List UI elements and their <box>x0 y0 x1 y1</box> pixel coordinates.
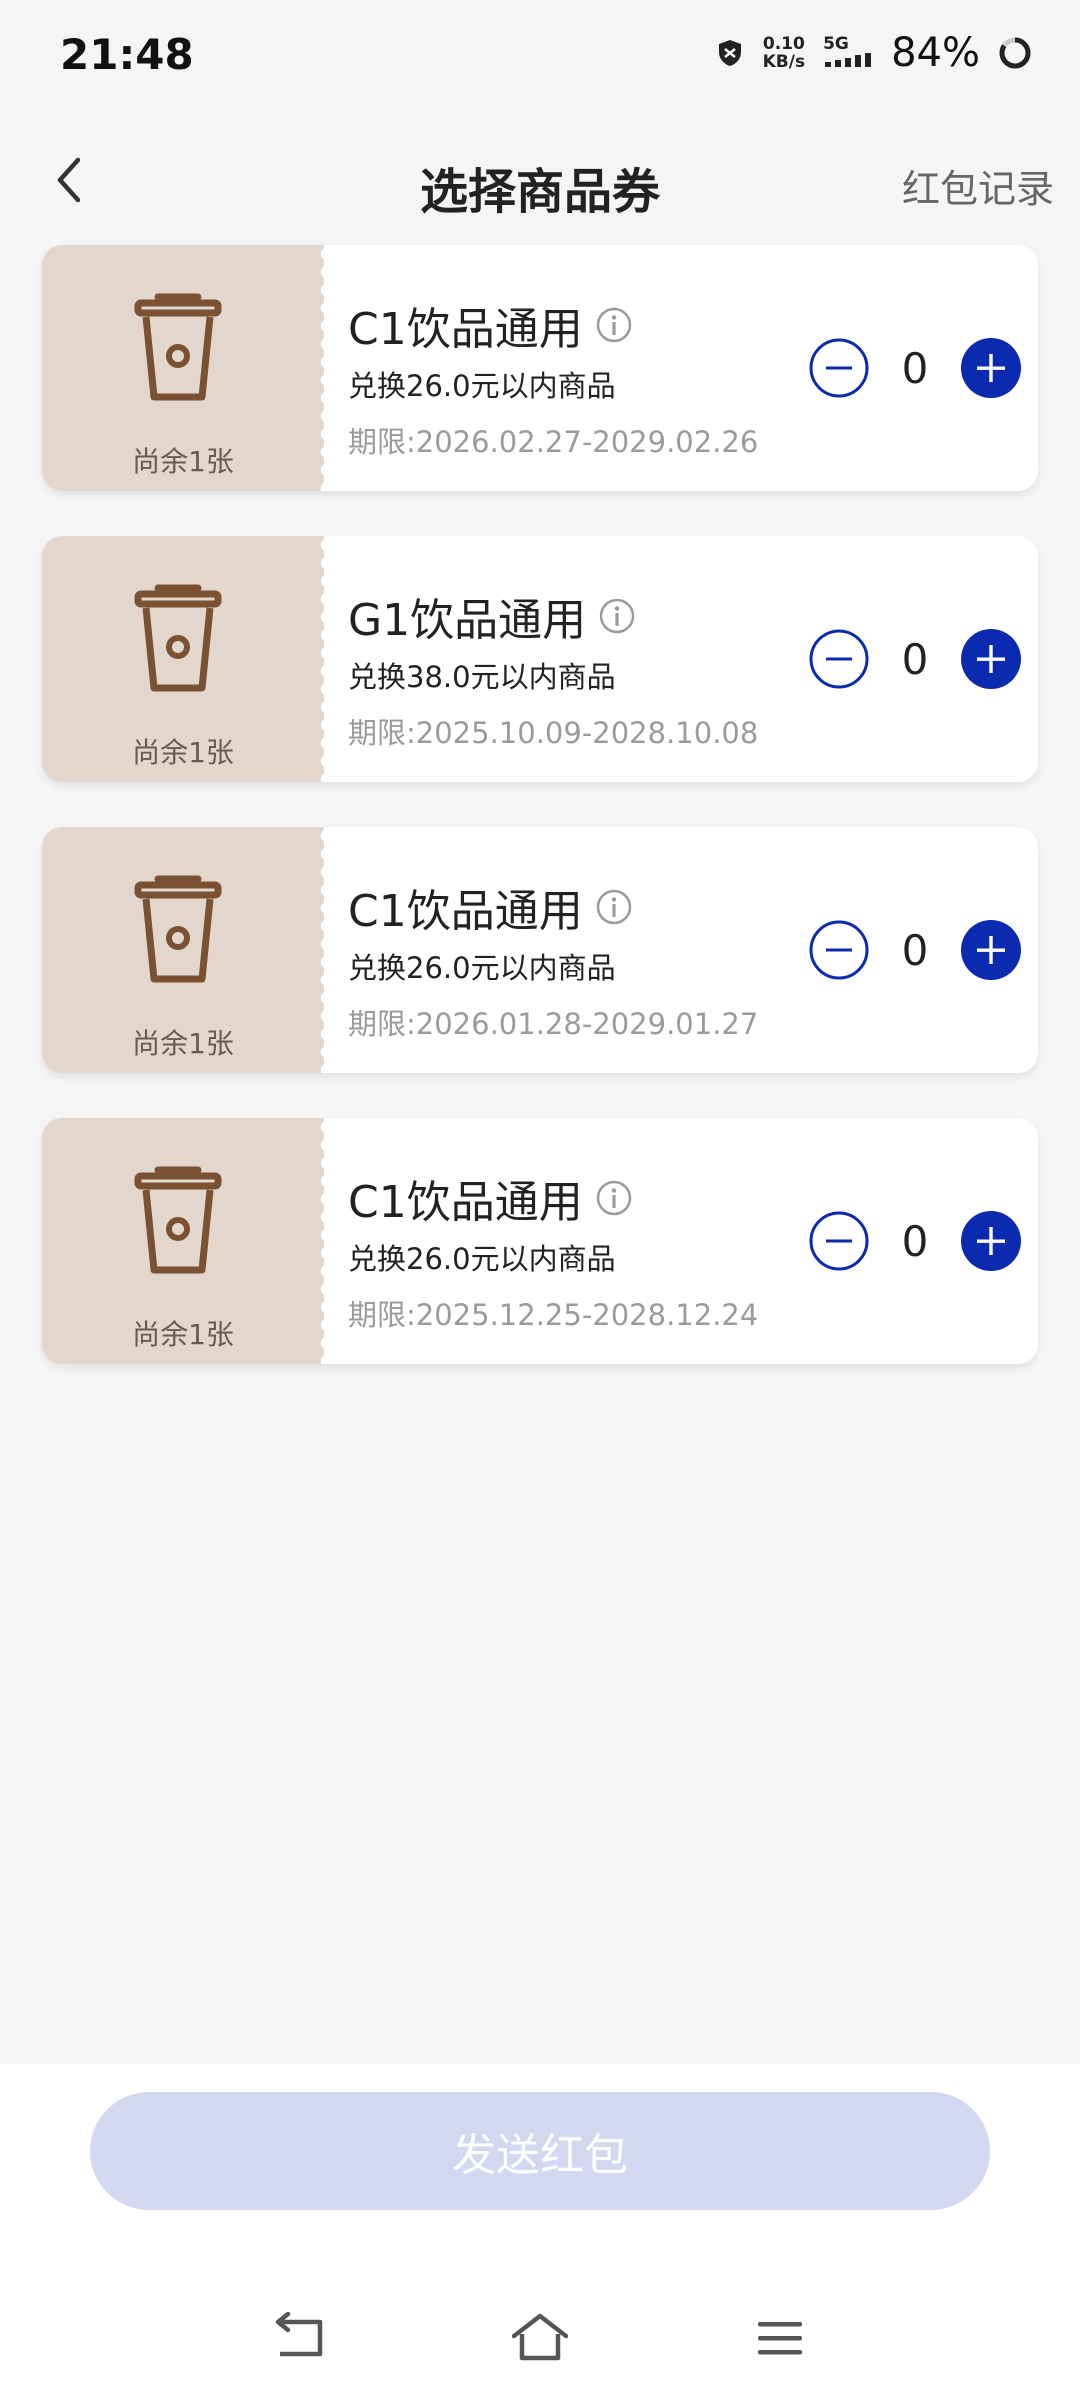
battery-percent: 84% <box>891 30 980 76</box>
quantity-stepper: 0 <box>808 919 1022 981</box>
info-icon[interactable] <box>595 888 633 926</box>
coupon-name: G1饮品通用 <box>348 595 587 646</box>
home-nav-icon[interactable] <box>510 2308 570 2368</box>
signal-indicator: 5G <box>823 35 873 71</box>
coupon-remaining: 尚余1张 <box>132 445 234 478</box>
quantity-stepper: 0 <box>808 337 1022 399</box>
quantity-value: 0 <box>901 1216 929 1266</box>
info-icon[interactable] <box>598 597 636 635</box>
status-time: 21:48 <box>60 30 194 79</box>
signal-bars-icon <box>825 53 872 67</box>
plus-button[interactable] <box>960 919 1022 981</box>
quantity-stepper: 0 <box>808 628 1022 690</box>
coupon-stub: 尚余1张 <box>42 1118 324 1364</box>
coffee-cup-icon <box>134 875 222 983</box>
coffee-cup-icon <box>134 293 222 401</box>
shield-icon <box>718 40 741 66</box>
status-bar: 21:48 0.10 KB/s 5G 84% <box>0 0 1080 110</box>
coupon-name: C1饮品通用 <box>348 886 583 937</box>
coupon-stub: 尚余1张 <box>42 827 324 1073</box>
perforation-edge <box>318 827 332 1073</box>
coffee-cup-icon <box>134 584 222 692</box>
network-speed: 0.10 KB/s <box>763 35 805 71</box>
coupon-description: 兑换26.0元以内商品 <box>348 951 616 985</box>
coupon-info: G1饮品通用 兑换38.0元以内商品 期限:2025.10.09-2028.10… <box>348 584 828 752</box>
info-icon[interactable] <box>595 306 633 344</box>
coupon-description: 兑换38.0元以内商品 <box>348 660 616 694</box>
network-speed-unit: KB/s <box>762 52 806 72</box>
coupon-validity: 期限:2026.02.27-2029.02.26 <box>348 425 759 459</box>
coupon-name: C1饮品通用 <box>348 304 583 355</box>
signal-label: 5G <box>823 34 849 54</box>
status-icons: 0.10 KB/s 5G 84% <box>715 30 1032 76</box>
perforation-edge <box>318 245 332 491</box>
quantity-stepper: 0 <box>808 1210 1022 1272</box>
system-nav-bar <box>0 2300 1080 2380</box>
send-red-packet-button[interactable]: 发送红包 <box>90 2092 990 2210</box>
coupon-card: 尚余1张 G1饮品通用 兑换38.0元以内商品 期限:2025.10.09-20… <box>42 536 1038 782</box>
coupon-name: C1饮品通用 <box>348 1177 583 1228</box>
battery-ring-icon <box>999 37 1031 69</box>
coupon-remaining: 尚余1张 <box>132 1318 234 1351</box>
coupon-validity: 期限:2025.10.09-2028.10.08 <box>348 716 759 750</box>
minus-button[interactable] <box>808 919 870 981</box>
coupon-card: 尚余1张 C1饮品通用 兑换26.0元以内商品 期限:2025.12.25-20… <box>42 1118 1038 1364</box>
red-packet-record-link[interactable]: 红包记录 <box>902 158 1054 213</box>
coupon-description: 兑换26.0元以内商品 <box>348 1242 616 1276</box>
perforation-edge <box>318 536 332 782</box>
info-icon[interactable] <box>595 1179 633 1217</box>
coupon-info: C1饮品通用 兑换26.0元以内商品 期限:2026.01.28-2029.01… <box>348 875 828 1043</box>
coupon-validity: 期限:2025.12.25-2028.12.24 <box>348 1298 759 1332</box>
menu-nav-icon[interactable] <box>750 2308 810 2368</box>
network-speed-value: 0.10 <box>762 34 805 54</box>
coupon-stub: 尚余1张 <box>42 245 324 491</box>
coupon-info: C1饮品通用 兑换26.0元以内商品 期限:2025.12.25-2028.12… <box>348 1166 828 1334</box>
coffee-cup-icon <box>134 1166 222 1274</box>
coupon-description: 兑换26.0元以内商品 <box>348 369 616 403</box>
coupon-card: 尚余1张 C1饮品通用 兑换26.0元以内商品 期限:2026.02.27-20… <box>42 245 1038 491</box>
plus-button[interactable] <box>960 337 1022 399</box>
minus-button[interactable] <box>808 628 870 690</box>
perforation-edge <box>318 1118 332 1364</box>
coupon-list: 尚余1张 C1饮品通用 兑换26.0元以内商品 期限:2026.02.27-20… <box>42 245 1038 1409</box>
plus-button[interactable] <box>960 1210 1022 1272</box>
coupon-remaining: 尚余1张 <box>132 1027 234 1060</box>
coupon-card: 尚余1张 C1饮品通用 兑换26.0元以内商品 期限:2026.01.28-20… <box>42 827 1038 1073</box>
plus-button[interactable] <box>960 628 1022 690</box>
coupon-stub: 尚余1张 <box>42 536 324 782</box>
minus-button[interactable] <box>808 337 870 399</box>
minus-button[interactable] <box>808 1210 870 1272</box>
coupon-validity: 期限:2026.01.28-2029.01.27 <box>348 1007 759 1041</box>
quantity-value: 0 <box>901 343 929 393</box>
coupon-info: C1饮品通用 兑换26.0元以内商品 期限:2026.02.27-2029.02… <box>348 293 828 461</box>
back-nav-icon[interactable] <box>270 2308 330 2368</box>
quantity-value: 0 <box>901 634 929 684</box>
header: 选择商品券 红包记录 <box>0 130 1080 230</box>
coupon-remaining: 尚余1张 <box>132 736 234 769</box>
quantity-value: 0 <box>901 925 929 975</box>
